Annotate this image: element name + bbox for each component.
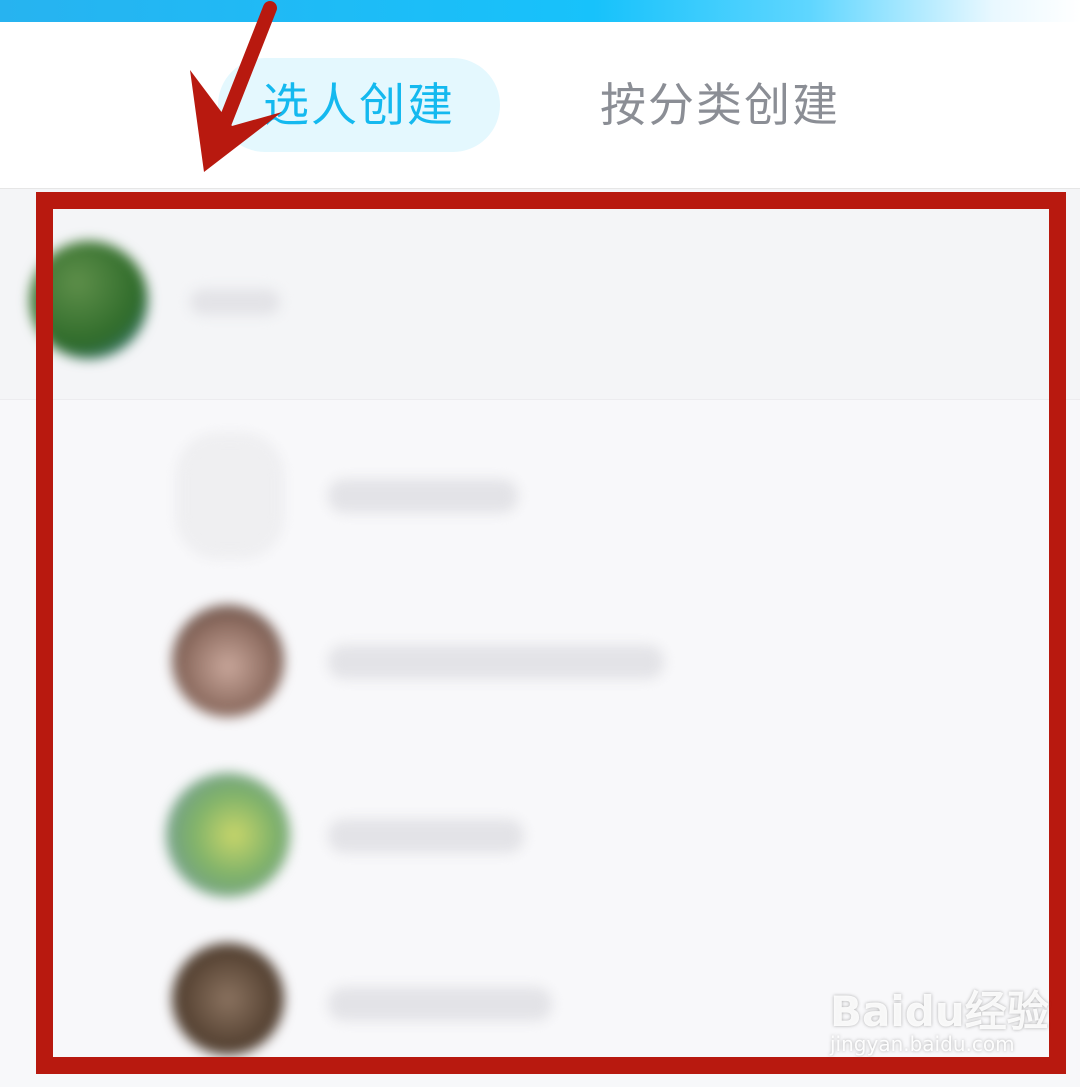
contact-name-placeholder [328, 479, 518, 513]
status-bar [0, 0, 1080, 22]
tab-by-category[interactable]: 按分类创建 [570, 58, 870, 152]
contact-name-placeholder [328, 819, 524, 853]
watermark-logo: Baidu经验 [830, 987, 1049, 1036]
contact-name-placeholder [328, 645, 664, 679]
contact-avatar [178, 435, 282, 557]
list-item[interactable] [0, 587, 1080, 747]
group-name-placeholder [190, 289, 280, 315]
group-avatar [30, 241, 148, 359]
contact-avatar [172, 943, 284, 1055]
contact-name-placeholder [328, 987, 552, 1021]
contact-list [0, 189, 1080, 1080]
watermark-url: jingyan.baidu.com [830, 1032, 1015, 1056]
contact-avatar [172, 605, 284, 717]
tab-select-people[interactable]: 选人创建 [218, 58, 500, 152]
group-entry-row[interactable] [0, 189, 1080, 400]
list-item[interactable] [0, 417, 1080, 577]
contact-avatar [166, 773, 290, 897]
list-item[interactable] [0, 757, 1080, 917]
tab-bar: 选人创建 按分类创建 [0, 22, 1080, 189]
